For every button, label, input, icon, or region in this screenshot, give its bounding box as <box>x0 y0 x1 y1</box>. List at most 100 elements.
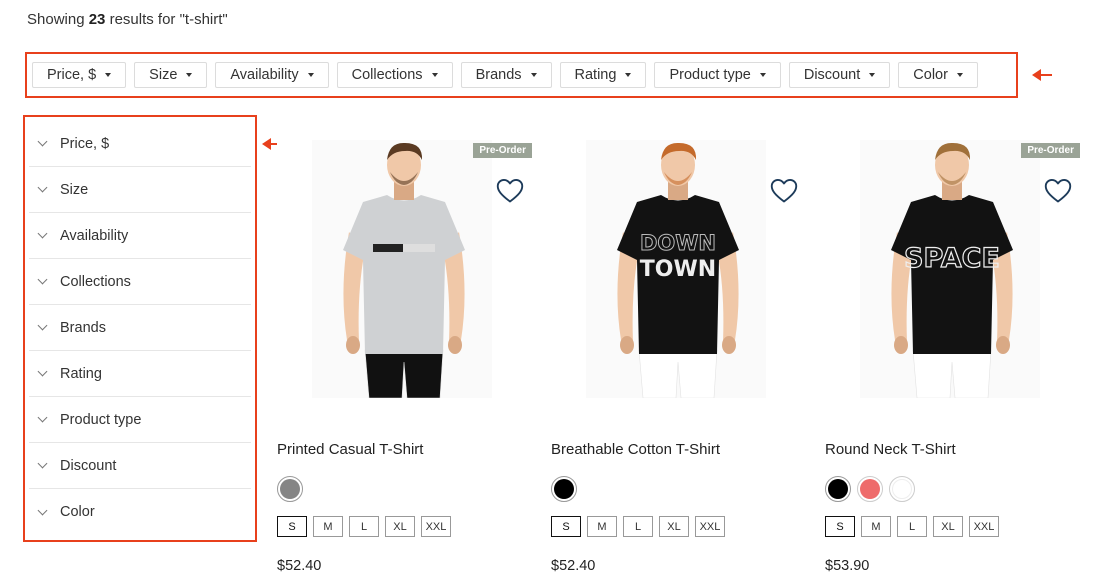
size-option-m[interactable]: M <box>861 516 891 537</box>
chevron-down-icon <box>37 320 48 331</box>
product-price: $53.90 <box>825 558 870 574</box>
size-option-l[interactable]: L <box>349 516 379 537</box>
results-prefix: Showing <box>27 11 85 28</box>
filter-dropdown-availability[interactable]: Availability <box>215 62 329 88</box>
color-swatches <box>551 476 577 502</box>
sidebar-filter-label: Availability <box>60 227 129 244</box>
size-option-s[interactable]: S <box>277 516 307 537</box>
color-swatch[interactable] <box>277 476 303 502</box>
svg-text:TOWN: TOWN <box>640 257 716 282</box>
wishlist-heart-icon[interactable] <box>770 178 798 204</box>
filter-dropdown-discount[interactable]: Discount <box>788 62 891 88</box>
wishlist-heart-icon[interactable] <box>1044 178 1072 204</box>
filter-dropdown-price[interactable]: Price, $ <box>32 62 127 88</box>
product-image[interactable] <box>277 140 532 399</box>
sidebar-filter-label: Discount <box>60 457 117 474</box>
svg-text:SPACE: SPACE <box>904 243 1000 274</box>
results-summary: Showing 23 results for "t-shirt" <box>27 11 228 28</box>
results-query: results for "t-shirt" <box>109 11 228 28</box>
sidebar-filter-collections[interactable]: Collections <box>29 259 251 305</box>
color-swatch[interactable] <box>551 476 577 502</box>
chevron-down-icon <box>37 136 48 147</box>
product-name[interactable]: Printed Casual T-Shirt <box>277 441 423 458</box>
wishlist-heart-icon[interactable] <box>496 178 524 204</box>
filter-dropdown-label: Availability <box>230 67 299 83</box>
sidebar-filter-rating[interactable]: Rating <box>29 351 251 397</box>
size-option-l[interactable]: L <box>623 516 653 537</box>
sidebar-filter-label: Price, $ <box>60 135 110 152</box>
caret-down-icon <box>186 73 193 77</box>
sidebar-filter-product-type[interactable]: Product type <box>29 397 251 443</box>
size-option-xxl[interactable]: XXL <box>421 516 451 537</box>
filter-dropdown-label: Price, $ <box>47 67 97 83</box>
size-option-xl[interactable]: XL <box>659 516 689 537</box>
horizontal-filter-bar: Price, $ Size Availability Collections Brand… <box>25 52 1018 98</box>
sidebar-filter-label: Size <box>60 181 89 198</box>
results-count: 23 <box>88 11 106 28</box>
chevron-down-icon <box>37 412 48 423</box>
product-price: $52.40 <box>551 558 596 574</box>
size-option-s[interactable]: S <box>825 516 855 537</box>
filter-dropdown-label: Size <box>149 67 178 83</box>
sidebar-filter-availability[interactable]: Availability <box>29 213 251 259</box>
filter-dropdown-label: Brands <box>475 67 522 83</box>
chevron-down-icon <box>37 274 48 285</box>
product-price: $52.40 <box>277 558 322 574</box>
filter-dropdown-label: Discount <box>803 67 861 83</box>
caret-down-icon <box>956 73 963 77</box>
chevron-down-icon <box>37 458 48 469</box>
sidebar-filter-size[interactable]: Size <box>29 167 251 213</box>
filter-dropdown-label: Color <box>913 67 948 83</box>
product-card[interactable]: DOWN TOWN Breathable Cotton T-Shirt S M L XL XX… <box>551 140 806 579</box>
product-image[interactable]: DOWN TOWN <box>551 140 806 399</box>
color-swatch[interactable] <box>825 476 851 502</box>
product-name[interactable]: Round Neck T-Shirt <box>825 441 956 458</box>
color-swatch[interactable] <box>889 476 915 502</box>
sidebar-filter-label: Color <box>60 504 95 520</box>
filter-dropdown-label: Collections <box>351 67 423 83</box>
svg-text:DOWN: DOWN <box>640 231 716 255</box>
sidebar-filter-discount[interactable]: Discount <box>29 443 251 489</box>
filter-dropdown-label: Rating <box>574 67 617 83</box>
sidebar-filter-label: Rating <box>60 365 102 382</box>
caret-down-icon <box>530 73 537 77</box>
size-option-s[interactable]: S <box>551 516 581 537</box>
sidebar-filter-brands[interactable]: Brands <box>29 305 251 351</box>
caret-down-icon <box>759 73 766 77</box>
sidebar-filter-label: Brands <box>60 319 106 336</box>
product-card[interactable]: SPACE Pre-Order Round Neck T-Shirt S M L XL XXL… <box>825 140 1080 579</box>
size-option-xl[interactable]: XL <box>933 516 963 537</box>
filter-dropdown-color[interactable]: Color <box>898 62 978 88</box>
size-options: S M L XL XXL <box>825 516 999 537</box>
chevron-down-icon <box>37 505 48 515</box>
sidebar-filter-color[interactable]: Color <box>29 489 251 535</box>
product-name[interactable]: Breathable Cotton T-Shirt <box>551 441 720 458</box>
filter-dropdown-size[interactable]: Size <box>134 62 208 88</box>
size-option-xxl[interactable]: XXL <box>695 516 725 537</box>
size-option-xxl[interactable]: XXL <box>969 516 999 537</box>
chevron-down-icon <box>37 366 48 377</box>
filter-dropdown-rating[interactable]: Rating <box>559 62 647 88</box>
filter-dropdown-label: Product type <box>669 67 751 83</box>
color-swatches <box>277 476 303 502</box>
color-swatch[interactable] <box>857 476 883 502</box>
annotation-arrow-icon <box>1032 69 1052 81</box>
size-option-m[interactable]: M <box>313 516 343 537</box>
filter-dropdown-brands[interactable]: Brands <box>460 62 552 88</box>
sidebar-filter-label: Collections <box>60 273 131 290</box>
product-image[interactable]: SPACE <box>825 140 1080 399</box>
size-option-xl[interactable]: XL <box>385 516 415 537</box>
size-option-m[interactable]: M <box>587 516 617 537</box>
caret-down-icon <box>869 73 876 77</box>
product-card[interactable]: Pre-Order Printed Casual T-Shirt S M L XL XXL $… <box>277 140 532 579</box>
filter-dropdown-collections[interactable]: Collections <box>336 62 453 88</box>
caret-down-icon <box>105 73 112 77</box>
sidebar-filter-price[interactable]: Price, $ <box>29 121 251 167</box>
vertical-filter-sidebar: Price, $ Size Availability Collections Brand… <box>23 115 257 542</box>
pre-order-badge: Pre-Order <box>1021 143 1080 158</box>
pre-order-badge: Pre-Order <box>473 143 532 158</box>
chevron-down-icon <box>37 182 48 193</box>
size-option-l[interactable]: L <box>897 516 927 537</box>
caret-down-icon <box>625 73 632 77</box>
filter-dropdown-product-type[interactable]: Product type <box>654 62 781 88</box>
